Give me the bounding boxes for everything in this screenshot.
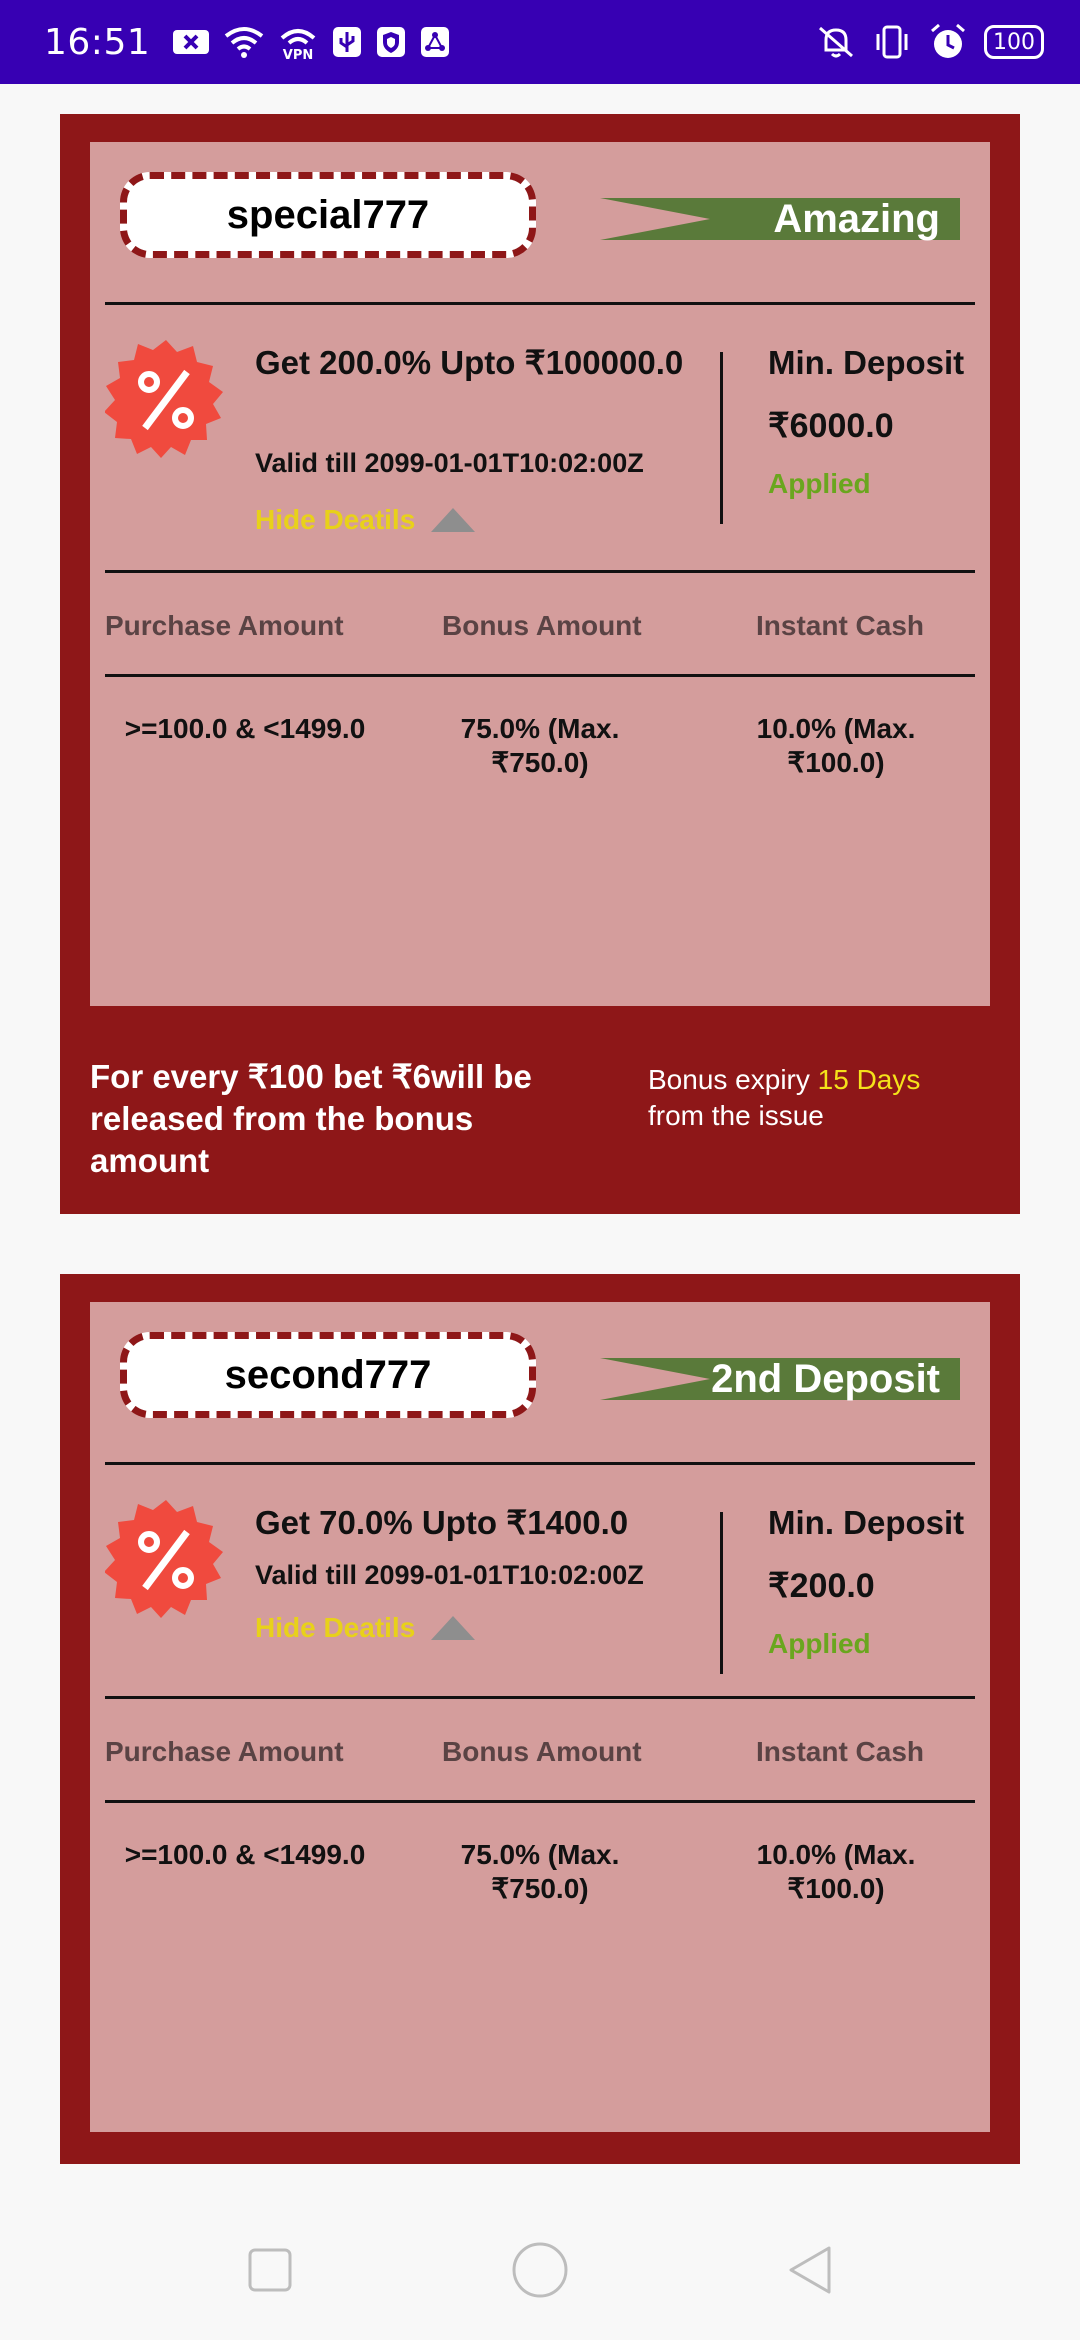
coupon-code: special777 (120, 172, 536, 258)
alarm-icon (928, 23, 968, 61)
hide-details-label: Hide Deatils (255, 1612, 416, 1643)
battery-icon: 100 (984, 25, 1044, 59)
valid-till: Valid till 2099-01-01T10:02:00Z (255, 1560, 644, 1590)
percent-badge-icon (104, 338, 227, 460)
table-header-purchase: Purchase Amount (105, 610, 344, 641)
shield-icon (376, 26, 406, 58)
offer-tag-label: Amazing (773, 197, 940, 241)
svg-text:VPN: VPN (283, 48, 313, 60)
table-header-bonus: Bonus Amount (442, 610, 642, 641)
bonus-card-special777: special777 Amazing Get 200.0% Upto ₹1000… (60, 114, 1020, 1214)
offer-title: Get 200.0% Upto ₹100000.0 (255, 344, 684, 381)
hide-details-label: Hide Deatils (255, 504, 416, 535)
divider (105, 302, 975, 305)
coupon-code: second777 (120, 1332, 536, 1418)
table-header-instant: Instant Cash (756, 610, 925, 641)
bonus-card-inner: special777 Amazing Get 200.0% Upto ₹1000… (90, 142, 990, 1006)
divider (105, 1462, 975, 1465)
table-cell-instant: 10.0% (Max. ₹100.0) (756, 713, 916, 778)
offer-tag: 2nd Deposit (600, 1358, 960, 1400)
min-deposit-label: Min. Deposit (768, 344, 965, 381)
divider (105, 1800, 975, 1803)
table-cell-bonus: 75.0% (Max. ₹750.0) (460, 1839, 620, 1904)
applied-status: Applied (768, 1628, 871, 1659)
offer-title: Get 70.0% Upto ₹1400.0 (255, 1504, 629, 1541)
home-icon[interactable] (510, 2240, 570, 2300)
divider (105, 1696, 975, 1699)
mute-icon (816, 24, 856, 60)
recent-apps-icon[interactable] (240, 2240, 300, 2300)
min-deposit-label: Min. Deposit (768, 1504, 965, 1541)
table-header-purchase: Purchase Amount (105, 1736, 344, 1767)
usb-icon (332, 26, 362, 58)
system-nav-bar (0, 2200, 1080, 2340)
chevron-up-icon (431, 1616, 476, 1640)
vertical-divider (720, 1512, 723, 1674)
battery-level: 100 (993, 29, 1035, 55)
bonus-card-inner: second777 2nd Deposit Get 70.0% Upto ₹14… (90, 1302, 990, 2132)
vibrate-icon (872, 24, 912, 60)
divider (105, 570, 975, 573)
bonus-expiry-suffix: from the issue (648, 1100, 824, 1131)
min-deposit-value: ₹200.0 (768, 1567, 875, 1605)
applied-status: Applied (768, 468, 871, 499)
bonus-release-note: For every ₹100 bet ₹6will be released fr… (90, 1058, 532, 1179)
hide-details-toggle[interactable]: Hide Deatils (255, 504, 476, 536)
bonus-expiry-note: Bonus expiry 15 Days from the issue (648, 1062, 1008, 1134)
table-cell-bonus: 75.0% (Max. ₹750.0) (460, 713, 620, 778)
offer-tag: Amazing (600, 198, 960, 240)
x-icon (172, 27, 210, 57)
status-time: 16:51 (44, 21, 151, 63)
status-bar: 16:51 VPN 100 (0, 0, 1080, 84)
table-header-bonus: Bonus Amount (442, 1736, 642, 1767)
table-cell-instant: 10.0% (Max. ₹100.0) (756, 1839, 916, 1904)
vertical-divider (720, 352, 723, 524)
bonus-card-second777: second777 2nd Deposit Get 70.0% Upto ₹14… (60, 1274, 1020, 2164)
offer-tag-label: 2nd Deposit (711, 1357, 940, 1401)
min-deposit-value: ₹6000.0 (768, 407, 894, 445)
hide-details-toggle[interactable]: Hide Deatils (255, 1612, 476, 1644)
chevron-up-icon (431, 508, 476, 532)
bonus-expiry-days: 15 Days (817, 1064, 921, 1095)
valid-till: Valid till 2099-01-01T10:02:00Z (255, 448, 644, 478)
table-cell-purchase: >=100.0 & <1499.0 (124, 713, 366, 744)
divider (105, 674, 975, 677)
vpn-icon: VPN (278, 24, 318, 60)
table-header-instant: Instant Cash (756, 1736, 925, 1767)
percent-badge-icon (104, 1498, 227, 1620)
wifi-icon (224, 26, 264, 58)
share-icon (420, 26, 450, 58)
back-icon[interactable] (780, 2240, 840, 2300)
bonus-expiry-prefix: Bonus expiry (648, 1064, 818, 1095)
table-cell-purchase: >=100.0 & <1499.0 (124, 1839, 366, 1870)
